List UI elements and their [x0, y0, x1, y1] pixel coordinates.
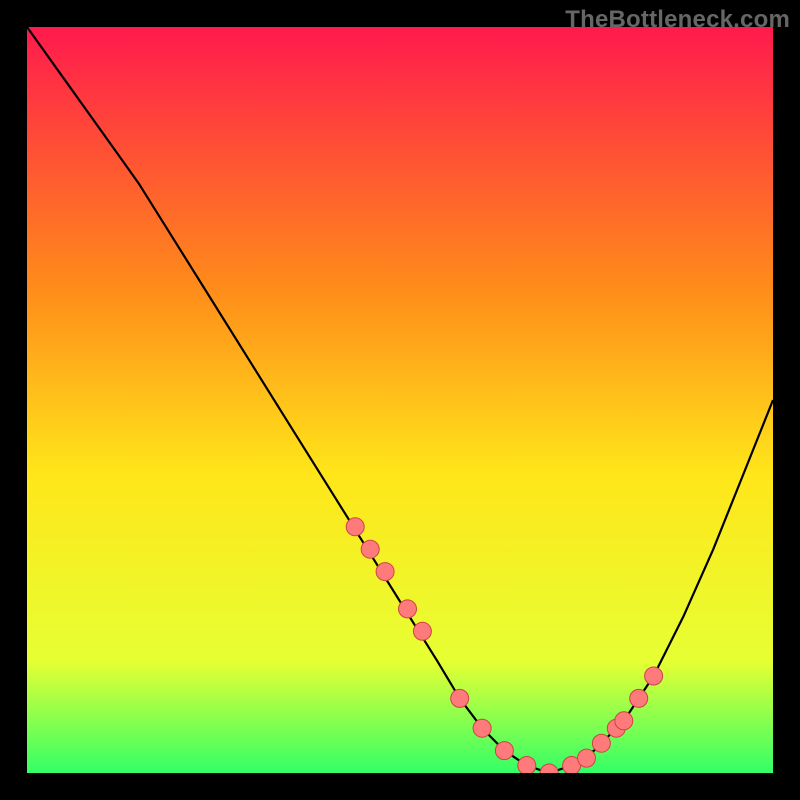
data-dot	[518, 757, 536, 774]
data-dot	[451, 689, 469, 707]
data-dot	[592, 734, 610, 752]
data-dot	[578, 749, 596, 767]
data-dot	[376, 563, 394, 581]
data-dot	[361, 540, 379, 558]
plot-area	[27, 27, 773, 773]
data-dot	[399, 600, 417, 618]
data-dot	[473, 719, 491, 737]
data-dot	[630, 689, 648, 707]
data-dot	[346, 518, 364, 536]
chart-svg	[27, 27, 773, 773]
data-dot	[645, 667, 663, 685]
watermark-text: TheBottleneck.com	[565, 6, 790, 34]
data-dot	[615, 712, 633, 730]
data-dot	[413, 622, 431, 640]
data-dot	[495, 742, 513, 760]
chart-frame: TheBottleneck.com	[0, 0, 800, 800]
